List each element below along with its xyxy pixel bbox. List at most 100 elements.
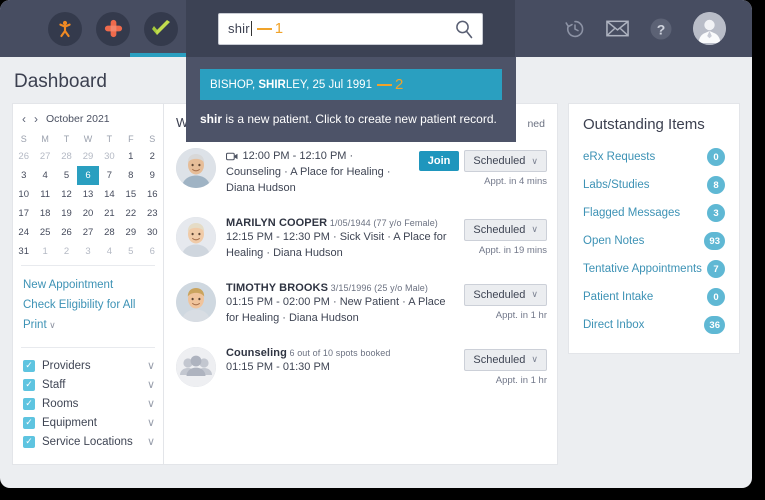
calendar-day[interactable]: 6 <box>142 242 163 261</box>
calendar-day[interactable]: 2 <box>142 147 163 166</box>
outstanding-item-row[interactable]: Open Notes 93 <box>569 227 739 255</box>
outstanding-item-label[interactable]: Patient Intake <box>583 291 653 303</box>
check-eligibility-link[interactable]: Check Eligibility for All <box>23 295 163 315</box>
checkbox-icon[interactable]: ✓ <box>23 359 35 372</box>
chevron-down-icon[interactable]: ∨ <box>147 397 155 410</box>
history-icon[interactable] <box>564 18 586 40</box>
filter-rooms[interactable]: ✓ Rooms ∨ <box>23 394 163 413</box>
calendar-day[interactable]: 29 <box>120 223 141 242</box>
user-avatar-icon[interactable] <box>693 12 726 45</box>
print-link[interactable]: Print ∨ <box>23 315 163 335</box>
calendar-day[interactable]: 4 <box>34 166 55 185</box>
appointment-row[interactable]: 12:00 PM - 12:10 PM · Counseling · A Pla… <box>164 138 557 207</box>
calendar-day[interactable]: 1 <box>120 147 141 166</box>
calendar-day[interactable]: 12 <box>56 185 77 204</box>
calendar-day[interactable]: 5 <box>120 242 141 261</box>
outstanding-item-row[interactable]: Direct Inbox 36 <box>569 311 739 339</box>
calendar-day[interactable]: 3 <box>77 242 98 261</box>
chevron-down-icon[interactable]: ∨ <box>147 435 155 448</box>
calendar-weekday: M <box>41 134 49 144</box>
calendar-day[interactable]: 21 <box>99 204 120 223</box>
calendar-day[interactable]: 16 <box>142 185 163 204</box>
outstanding-item-label[interactable]: Labs/Studies <box>583 179 650 191</box>
outstanding-item-label[interactable]: Open Notes <box>583 235 644 247</box>
green-check-icon[interactable] <box>144 11 178 46</box>
calendar-day[interactable]: 25 <box>34 223 55 242</box>
filter-providers[interactable]: ✓ Providers ∨ <box>23 356 163 375</box>
help-icon[interactable]: ? <box>649 17 673 41</box>
chevron-down-icon[interactable]: ∨ <box>147 416 155 429</box>
new-appointment-link[interactable]: New Appointment <box>23 275 163 295</box>
search-icon[interactable] <box>454 19 474 44</box>
kareo-logo-icon[interactable] <box>48 11 82 46</box>
outstanding-item-label[interactable]: eRx Requests <box>583 151 655 163</box>
calendar-day[interactable]: 22 <box>120 204 141 223</box>
calendar-day[interactable]: 8 <box>120 166 141 185</box>
search-result-item[interactable]: BISHOP, SHIRLEY, 25 Jul 1991 2 <box>200 69 502 100</box>
calendar-prev-button[interactable]: ‹ <box>22 113 26 125</box>
calendar-next-button[interactable]: › <box>34 113 38 125</box>
calendar-day[interactable]: 30 <box>142 223 163 242</box>
calendar-day[interactable]: 4 <box>99 242 120 261</box>
appointment-row[interactable]: MARILYN COOPER 1/05/1944 (77 y/o Female)… <box>164 207 557 272</box>
calendar-day[interactable]: 30 <box>99 147 120 166</box>
join-button[interactable]: Join <box>418 151 460 171</box>
outstanding-item-row[interactable]: Flagged Messages 3 <box>569 199 739 227</box>
outstanding-item-label[interactable]: Tentative Appointments <box>583 263 702 275</box>
appointment-row[interactable]: TIMOTHY BROOKS 3/15/1996 (25 y/o Male) 01… <box>164 272 557 337</box>
calendar-day[interactable]: 14 <box>99 185 120 204</box>
mail-icon[interactable] <box>606 19 629 38</box>
chevron-down-icon[interactable]: ∨ <box>147 359 155 372</box>
appointment-row[interactable]: Counseling 6 out of 10 spots booked 01:15… <box>164 337 557 397</box>
calendar-day[interactable]: 23 <box>142 204 163 223</box>
outstanding-item-label[interactable]: Direct Inbox <box>583 319 644 331</box>
calendar-day[interactable]: 5 <box>56 166 77 185</box>
calendar-day[interactable]: 9 <box>142 166 163 185</box>
calendar-day[interactable]: 19 <box>56 204 77 223</box>
outstanding-item-row[interactable]: eRx Requests 0 <box>569 143 739 171</box>
appointment-status-dropdown[interactable]: Scheduled ∨ <box>464 150 547 172</box>
filter-equipment[interactable]: ✓ Equipment ∨ <box>23 413 163 432</box>
calendar-day[interactable]: 7 <box>99 166 120 185</box>
calendar-day[interactable]: 6 <box>77 166 99 185</box>
calendar-day[interactable]: 10 <box>13 185 34 204</box>
bandage-icon[interactable] <box>96 11 130 46</box>
new-patient-note[interactable]: shir is a new patient. Click to create n… <box>200 100 502 128</box>
appointment-status-dropdown[interactable]: Scheduled ∨ <box>464 348 547 371</box>
calendar-day[interactable]: 17 <box>13 204 34 223</box>
checkbox-icon[interactable]: ✓ <box>23 416 35 429</box>
calendar-day[interactable]: 13 <box>77 185 98 204</box>
calendar-day[interactable]: 20 <box>77 204 98 223</box>
calendar-day[interactable]: 11 <box>34 185 55 204</box>
checkbox-icon[interactable]: ✓ <box>23 397 35 410</box>
calendar-day[interactable]: 28 <box>56 147 77 166</box>
calendar-day[interactable]: 24 <box>13 223 34 242</box>
outstanding-item-label[interactable]: Flagged Messages <box>583 207 680 219</box>
calendar-day[interactable]: 31 <box>13 242 34 261</box>
filter-service-locations[interactable]: ✓ Service Locations ∨ <box>23 432 163 451</box>
outstanding-items-title: Outstanding Items <box>583 116 705 133</box>
checkbox-icon[interactable]: ✓ <box>23 378 35 391</box>
calendar-day[interactable]: 28 <box>99 223 120 242</box>
appointment-info: Counseling 6 out of 10 spots booked 01:15… <box>226 347 454 376</box>
calendar-day[interactable]: 27 <box>77 223 98 242</box>
calendar-day[interactable]: 27 <box>34 147 55 166</box>
calendar-day[interactable]: 18 <box>34 204 55 223</box>
calendar-day[interactable]: 1 <box>34 242 55 261</box>
appointment-status-dropdown[interactable]: Scheduled ∨ <box>464 283 547 306</box>
chevron-down-icon[interactable]: ∨ <box>147 378 155 391</box>
outstanding-item-row[interactable]: Patient Intake 0 <box>569 283 739 311</box>
outstanding-item-row[interactable]: Labs/Studies 8 <box>569 171 739 199</box>
filter-staff[interactable]: ✓ Staff ∨ <box>23 375 163 394</box>
checkbox-icon[interactable]: ✓ <box>23 435 35 448</box>
appointment-status-dropdown[interactable]: Scheduled ∨ <box>464 218 547 241</box>
outstanding-item-row[interactable]: Tentative Appointments 7 <box>569 255 739 283</box>
calendar-day[interactable]: 26 <box>56 223 77 242</box>
appointment-eta: Appt. in 1 hr <box>495 374 547 386</box>
calendar-day[interactable]: 26 <box>13 147 34 166</box>
calendar-day[interactable]: 2 <box>56 242 77 261</box>
calendar-day[interactable]: 29 <box>77 147 98 166</box>
search-input[interactable]: shir 1 <box>218 12 483 45</box>
calendar-day[interactable]: 3 <box>13 166 34 185</box>
calendar-day[interactable]: 15 <box>120 185 141 204</box>
